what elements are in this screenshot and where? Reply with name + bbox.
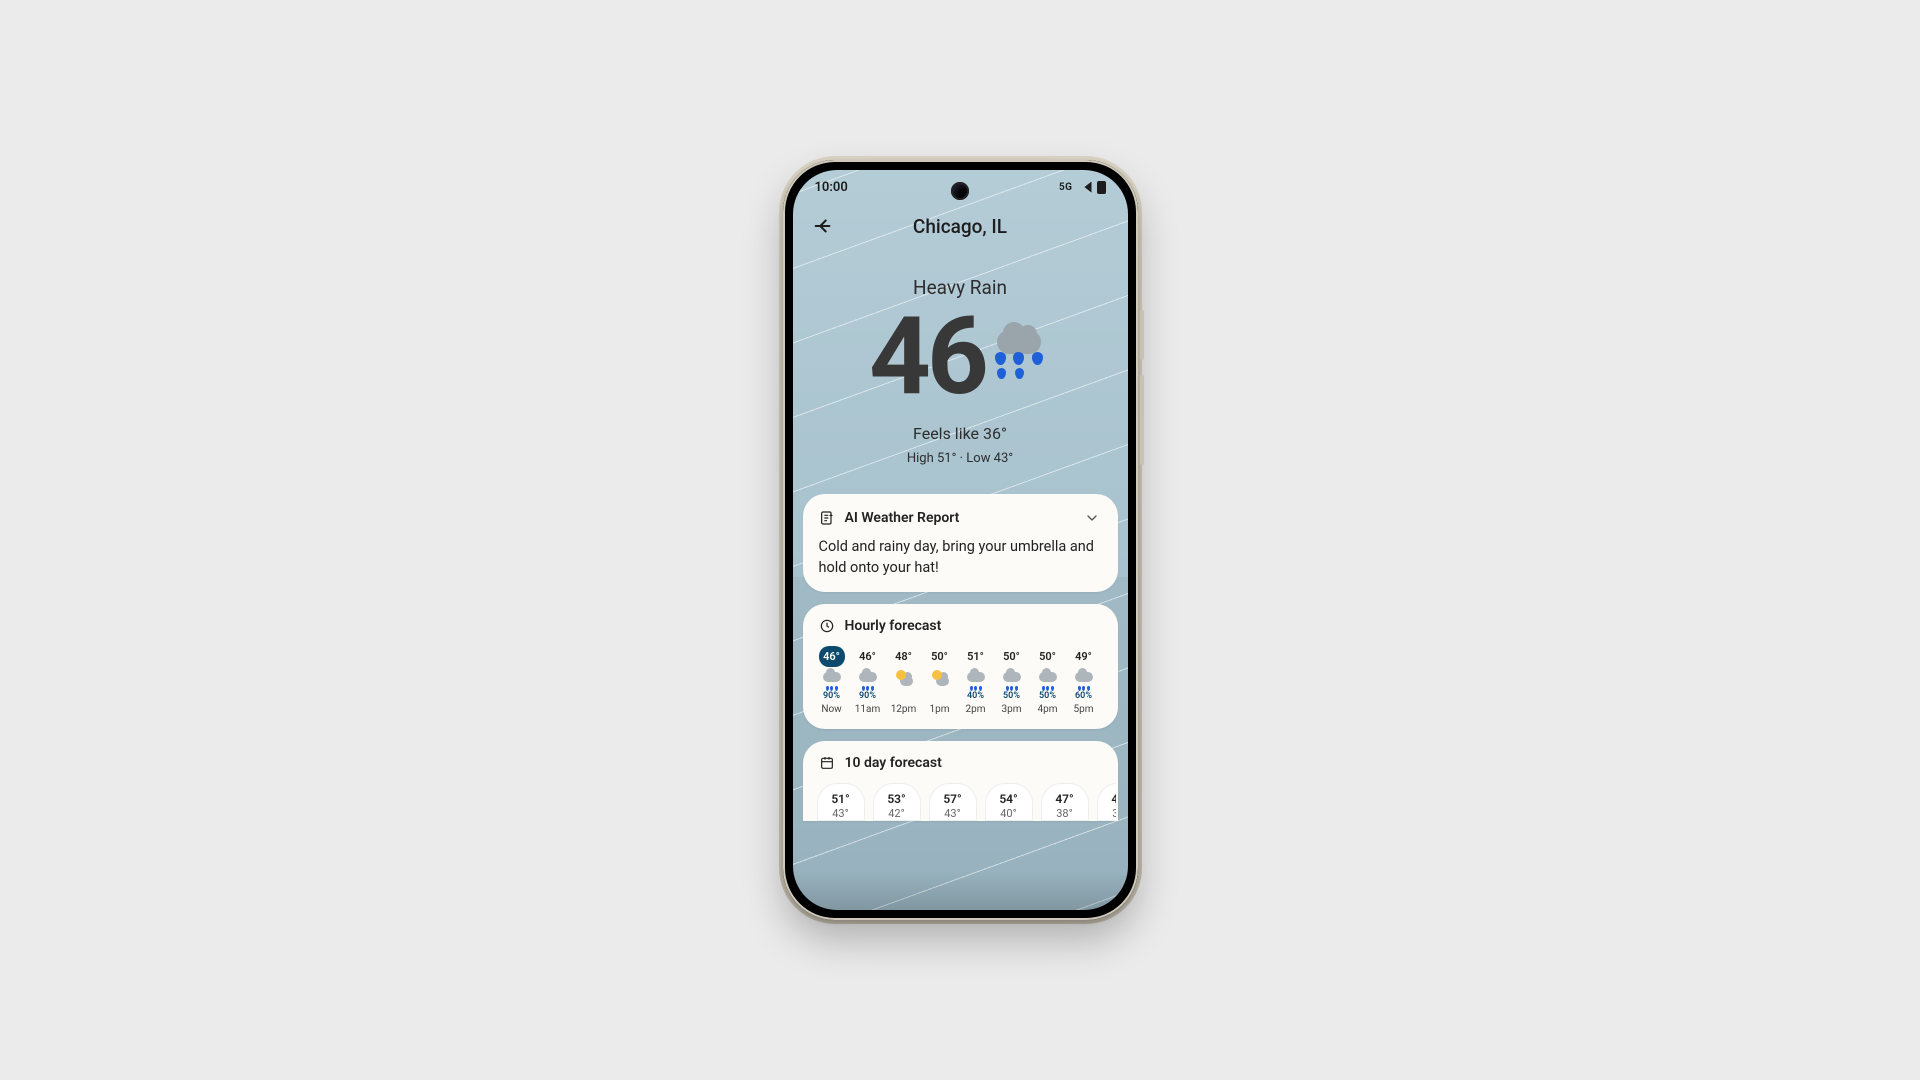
hour-label: 3pm (1001, 704, 1021, 715)
hour-3pm[interactable]: 50° 50% 3pm (995, 646, 1029, 715)
hour-temp: 46° (819, 646, 845, 667)
day-high: 47° (1042, 792, 1088, 806)
temp-row: 46 (793, 309, 1128, 406)
hour-precip: 90% (859, 691, 876, 702)
day-5[interactable]: 45°34° (1097, 783, 1116, 821)
hour-temp: 50° (999, 646, 1025, 667)
phone-frame: 10:00 5G Chicago, IL Heavy Rain 46 (783, 160, 1138, 920)
hour-2pm[interactable]: 51° 40% 2pm (959, 646, 993, 715)
hour-4pm[interactable]: 50° 50% 4pm (1031, 646, 1065, 715)
ai-report-body: Cold and rainy day, bring your umbrella … (819, 536, 1102, 578)
hour-5pm[interactable]: 49° 60% 5pm (1067, 646, 1101, 715)
hour-temp: 49° (1071, 646, 1097, 667)
day-low: 42° (874, 807, 920, 820)
hour-precip: 60% (1075, 691, 1092, 702)
hour-temp: 51° (963, 646, 989, 667)
day-high: 45° (1098, 792, 1116, 806)
rain-icon (1039, 672, 1057, 690)
partly-cloudy-icon (931, 672, 949, 690)
ai-report-header: AI Weather Report (819, 508, 1102, 528)
rain-icon (859, 672, 877, 690)
hourly-row[interactable]: 46° 90% Now 46° 90% 11am 48° 12pm 50° 1pm 51° 40% 2p… (815, 646, 1112, 715)
volume-button[interactable] (1140, 375, 1144, 465)
rain-icon (1003, 672, 1021, 690)
hour-now[interactable]: 46° 90% Now (815, 646, 849, 715)
day-high: 54° (986, 792, 1032, 806)
hour-label: 4pm (1037, 704, 1057, 715)
day-low: 40° (986, 807, 1032, 820)
clock-icon (819, 618, 835, 634)
daily-header: 10 day forecast (819, 755, 1102, 771)
hour-precip: 40% (967, 691, 984, 702)
hour-temp: 46° (855, 646, 881, 667)
hourly-title: Hourly forecast (845, 618, 942, 634)
heavy-rain-icon (991, 330, 1051, 386)
ai-report-title: AI Weather Report (845, 510, 960, 526)
hour-label: 12pm (891, 704, 917, 715)
daily-row[interactable]: 51°43°53°42°57°43°54°40°47°38°45°34° (817, 783, 1116, 821)
hour-temp: 50° (927, 646, 953, 667)
hour-precip: 50% (1003, 691, 1020, 702)
current-conditions: Heavy Rain 46 Feels like 36° High 51° · … (793, 248, 1128, 480)
hour-precip: 90% (823, 691, 840, 702)
day-low: 43° (930, 807, 976, 820)
hour-temp: 48° (891, 646, 917, 667)
ai-report-card[interactable]: AI Weather Report Cold and rainy day, br… (803, 494, 1118, 592)
hour-label: 11am (855, 704, 880, 715)
front-camera (951, 182, 969, 200)
hour-precip: 50% (1039, 691, 1056, 702)
hour-label: 1pm (929, 704, 949, 715)
daily-title: 10 day forecast (845, 755, 942, 771)
hour-label: 2pm (965, 704, 985, 715)
status-time: 10:00 (815, 180, 848, 195)
calendar-icon (819, 755, 835, 771)
daily-forecast-card[interactable]: 10 day forecast 51°43°53°42°57°43°54°40°… (803, 741, 1118, 821)
hourly-header: Hourly forecast (819, 618, 1102, 634)
screen: 10:00 5G Chicago, IL Heavy Rain 46 (793, 170, 1128, 910)
day-low: 34° (1098, 807, 1116, 820)
hourly-forecast-card[interactable]: Hourly forecast 46° 90% Now 46° 90% 11am 48° 12… (803, 604, 1118, 729)
day-low: 43° (818, 807, 864, 820)
day-high: 51° (818, 792, 864, 806)
day-3[interactable]: 54°40° (985, 783, 1033, 821)
day-0[interactable]: 51°43° (817, 783, 865, 821)
expand-button[interactable] (1082, 508, 1102, 528)
power-button[interactable] (1140, 310, 1144, 360)
day-1[interactable]: 53°42° (873, 783, 921, 821)
signal-icon (1078, 182, 1092, 193)
network-label: 5G (1059, 182, 1073, 193)
rain-icon (967, 672, 985, 690)
chevron-down-icon (1084, 510, 1100, 526)
rain-icon (823, 672, 841, 690)
feels-like: Feels like 36° (793, 424, 1128, 443)
app-header: Chicago, IL (793, 204, 1128, 248)
current-temp: 46 (869, 309, 985, 406)
hour-label: Now (821, 704, 841, 715)
day-high: 53° (874, 792, 920, 806)
day-high: 57° (930, 792, 976, 806)
hour-11am[interactable]: 46° 90% 11am (851, 646, 885, 715)
bottom-fade (793, 870, 1128, 910)
location-title: Chicago, IL (913, 215, 1007, 238)
hour-1pm[interactable]: 50° 1pm (923, 646, 957, 715)
day-2[interactable]: 57°43° (929, 783, 977, 821)
sparkle-doc-icon (819, 510, 835, 526)
status-right: 5G (1059, 181, 1106, 194)
hour-label: 5pm (1073, 704, 1093, 715)
partly-cloudy-icon (895, 672, 913, 690)
hour-temp: 50° (1035, 646, 1061, 667)
hour-12pm[interactable]: 48° 12pm (887, 646, 921, 715)
day-low: 38° (1042, 807, 1088, 820)
day-4[interactable]: 47°38° (1041, 783, 1089, 821)
cards-stack: AI Weather Report Cold and rainy day, br… (793, 480, 1128, 821)
high-low: High 51° · Low 43° (793, 451, 1128, 466)
back-button[interactable] (809, 212, 837, 240)
battery-icon (1097, 181, 1106, 194)
rain-icon (1075, 672, 1093, 690)
